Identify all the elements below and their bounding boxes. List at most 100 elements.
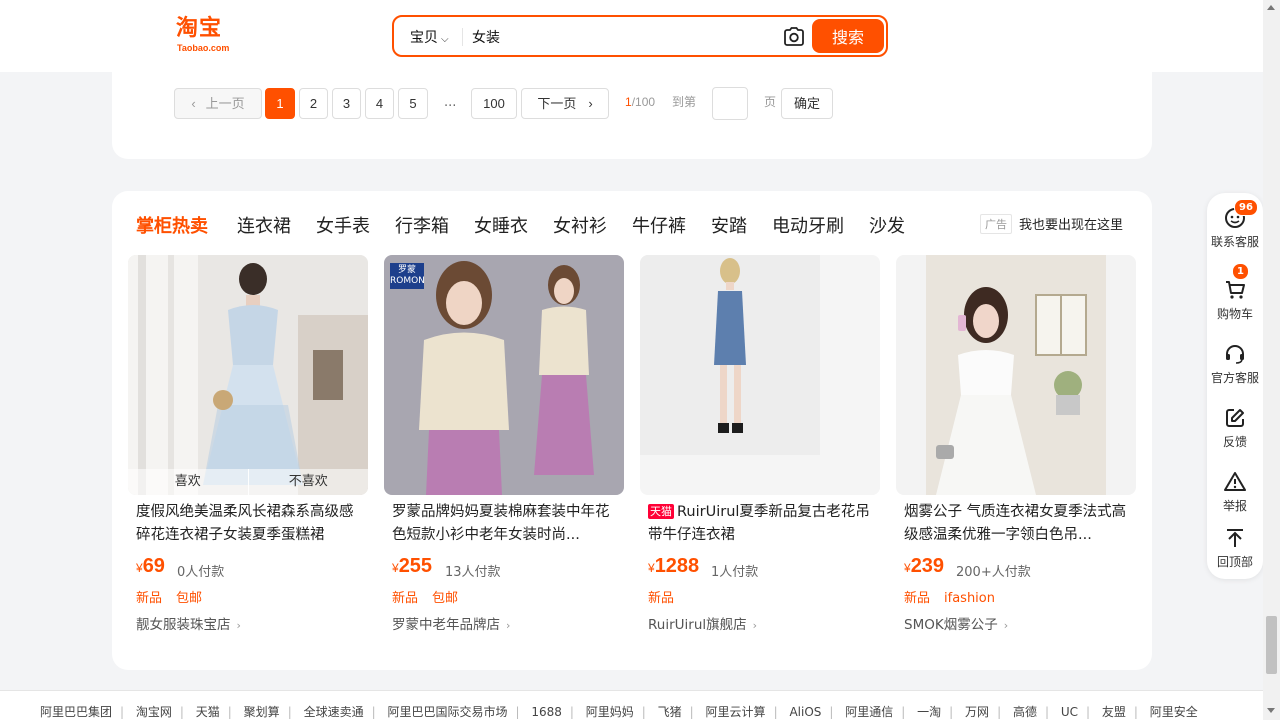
page-3-button[interactable]: 3: [332, 88, 361, 119]
sidebar-item-official-service[interactable]: 官方客服: [1207, 343, 1263, 389]
search-input[interactable]: [472, 25, 772, 49]
shop-link[interactable]: 靓女服装珠宝店 ›: [136, 613, 241, 633]
footer-link[interactable]: 聚划算: [244, 705, 280, 719]
headset-icon: [1224, 343, 1246, 365]
footer-link[interactable]: AliOS: [789, 705, 821, 719]
product-title[interactable]: 度假风绝美温柔风长裙森系高级感碎花连衣裙子女装夏季蛋糕裙: [136, 501, 362, 547]
scroll-thumb[interactable]: [1266, 616, 1277, 674]
hot-tab[interactable]: 女衬衫: [553, 212, 607, 238]
footer-link[interactable]: 阿里安全: [1150, 705, 1198, 719]
product-title[interactable]: 罗蒙品牌妈妈夏装棉麻套装中年花色短款小衫中老年女装时尚...: [392, 501, 618, 547]
sidebar-item-label: 官方客服: [1210, 371, 1259, 385]
advertise-link[interactable]: 我也要出现在这里: [1019, 214, 1123, 233]
hot-tab[interactable]: 沙发: [869, 212, 905, 238]
divider: |: [829, 705, 834, 719]
sidebar-item-report[interactable]: 举报: [1207, 471, 1263, 517]
hot-tab[interactable]: 女手表: [316, 212, 370, 238]
goto-page-input[interactable]: [712, 87, 748, 120]
product-image[interactable]: [896, 255, 1136, 495]
hot-tab[interactable]: 牛仔裤: [632, 212, 686, 238]
search-category-dropdown[interactable]: 宝贝 ⌵: [410, 27, 449, 47]
prev-page-label: 上一页: [205, 96, 245, 111]
footer-link[interactable]: 万网: [965, 705, 989, 719]
camera-icon[interactable]: [782, 25, 806, 49]
footer-link[interactable]: 高德: [1013, 705, 1037, 719]
shop-name: SMOK烟雾公子: [904, 617, 998, 633]
hot-sell-section: 掌柜热卖 连衣裙 女手表 行李箱 女睡衣 女衬衫 牛仔裤 安踏 电动牙刷 沙发 …: [112, 191, 1152, 670]
sidebar-item-back-to-top[interactable]: 回顶部: [1207, 527, 1263, 573]
sidebar-item-feedback[interactable]: 反馈: [1207, 407, 1263, 453]
scroll-up-arrow-icon[interactable]: [1267, 5, 1275, 10]
search-button[interactable]: 搜索: [812, 19, 884, 53]
sidebar-item-customer-service[interactable]: 96 联系客服: [1207, 199, 1263, 253]
footer-link[interactable]: 淘宝网: [136, 705, 172, 719]
page-4-button[interactable]: 4: [365, 88, 394, 119]
footer-link[interactable]: 阿里云计算: [706, 705, 766, 719]
next-page-button[interactable]: 下一页 ›: [521, 88, 609, 119]
tag: 新品: [136, 591, 163, 606]
taobao-logo[interactable]: 淘宝 Taobao.com: [176, 16, 240, 56]
search-box: 宝贝⌵ 搜索: [392, 15, 888, 57]
page-last-button[interactable]: 100: [471, 88, 517, 119]
cart-count-badge: 1: [1232, 263, 1249, 280]
divider: |: [773, 705, 778, 719]
product-title[interactable]: 天猫 RuirUirul夏季新品复古老花吊带牛仔连衣裙: [648, 501, 874, 547]
page-2-button[interactable]: 2: [299, 88, 328, 119]
footer-link[interactable]: 一淘: [917, 705, 941, 719]
hot-tab[interactable]: 连衣裙: [237, 212, 291, 238]
footer-link[interactable]: 阿里通信: [845, 705, 893, 719]
shop-name: 靓女服装珠宝店: [136, 617, 231, 633]
product-card[interactable]: 喜欢 不喜欢 度假风绝美温柔风长裙森系高级感碎花连衣裙子女装夏季蛋糕裙 ¥69 …: [128, 255, 368, 645]
hot-tab[interactable]: 行李箱: [395, 212, 449, 238]
like-dislike-bar: 喜欢 不喜欢: [128, 469, 368, 495]
footer-link[interactable]: 天猫: [196, 705, 220, 719]
product-card[interactable]: 天猫 RuirUirul夏季新品复古老花吊带牛仔连衣裙 ¥1288 1人付款 新品…: [640, 255, 880, 645]
footer-link[interactable]: 阿里妈妈: [586, 705, 634, 719]
search-category-label: 宝贝: [410, 29, 438, 45]
product-price: ¥69: [136, 555, 165, 578]
footer-link[interactable]: 阿里巴巴集团: [40, 705, 112, 719]
product-image[interactable]: 罗蒙 ROMON: [384, 255, 624, 495]
shop-link[interactable]: SMOK烟雾公子 ›: [904, 613, 1008, 633]
sales-count: 200+人付款: [956, 565, 1031, 580]
divider: |: [1133, 705, 1138, 719]
page-scrollbar[interactable]: [1263, 0, 1280, 720]
footer-link[interactable]: 友盟: [1102, 705, 1126, 719]
product-image[interactable]: [640, 255, 880, 495]
chevron-left-icon: ‹: [191, 96, 196, 111]
sidebar-item-cart[interactable]: 1 购物车: [1207, 263, 1263, 325]
dislike-button[interactable]: 不喜欢: [249, 469, 369, 495]
hot-tab[interactable]: 电动牙刷: [772, 212, 844, 238]
product-title[interactable]: 烟雾公子 气质连衣裙女夏季法式高级感温柔优雅一字领白色吊...: [904, 501, 1130, 547]
like-button[interactable]: 喜欢: [128, 469, 249, 495]
tag: 新品: [648, 591, 675, 606]
footer-link[interactable]: 全球速卖通: [304, 705, 364, 719]
page-5-button[interactable]: 5: [398, 88, 428, 119]
footer-link[interactable]: 阿里巴巴国际交易市场: [387, 705, 507, 719]
product-card[interactable]: 烟雾公子 气质连衣裙女夏季法式高级感温柔优雅一字领白色吊... ¥239 200…: [896, 255, 1136, 645]
chevron-right-icon: ›: [236, 619, 241, 632]
page-1-button[interactable]: 1: [265, 88, 295, 119]
product-title-text: RuirUirul夏季新品复古老花吊带牛仔连衣裙: [648, 504, 870, 543]
product-image[interactable]: 喜欢 不喜欢: [128, 255, 368, 495]
shop-link[interactable]: RuirUirul旗舰店 ›: [648, 613, 757, 633]
divider: |: [515, 705, 520, 719]
shop-link[interactable]: 罗蒙中老年品牌店 ›: [392, 613, 510, 633]
divider: |: [689, 705, 694, 719]
footer-link[interactable]: 1688: [531, 705, 562, 719]
footer-link[interactable]: UC: [1061, 705, 1078, 719]
divider: |: [901, 705, 906, 719]
confirm-button[interactable]: 确定: [781, 88, 833, 119]
currency-symbol: ¥: [648, 561, 655, 575]
warning-icon: [1224, 471, 1246, 493]
scroll-down-arrow-icon[interactable]: [1267, 708, 1275, 713]
hot-tab[interactable]: 女睡衣: [474, 212, 528, 238]
price-value: 69: [142, 555, 165, 577]
tag: 包邮: [176, 591, 203, 606]
hot-tab[interactable]: 安踏: [711, 212, 747, 238]
footer-link[interactable]: 飞猪: [658, 705, 682, 719]
top-header: 淘宝 Taobao.com 宝贝⌵ 搜索: [0, 0, 1263, 72]
prev-page-button[interactable]: ‹ 上一页: [174, 88, 262, 119]
product-card[interactable]: 罗蒙 ROMON 罗蒙品牌妈妈夏装棉麻套装中年花色短款小衫中老年女装时尚... …: [384, 255, 624, 645]
sidebar-item-label: 回顶部: [1216, 555, 1253, 569]
